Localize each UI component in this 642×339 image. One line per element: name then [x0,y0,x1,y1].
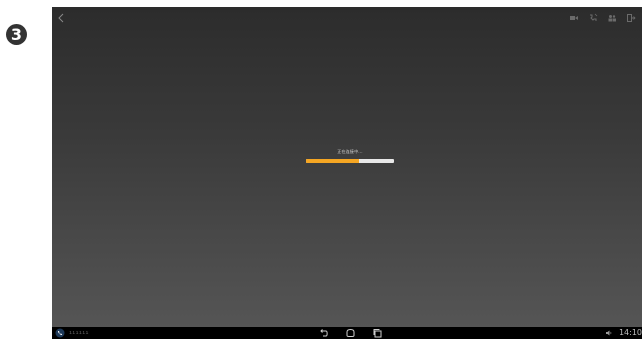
recents-icon[interactable] [372,328,383,338]
signal-indicator: ıııııı [69,330,89,336]
top-toolbar [569,13,642,23]
back-icon[interactable] [318,328,329,338]
progress-bar [306,159,394,163]
back-chevron-icon[interactable] [56,12,66,24]
step-number: 3 [10,25,23,44]
clock: 14:10 [618,328,642,337]
step-badge: 3 [6,24,27,45]
call-status: ıııııı [55,328,89,338]
video-icon[interactable] [569,13,579,23]
nav-buttons [318,328,383,338]
connecting-indicator: 正在连接中... [305,149,395,163]
participants-icon[interactable] [607,13,617,23]
progress-fill [306,159,359,163]
phone-icon[interactable] [55,328,65,338]
status-right: 14:10 [605,327,642,339]
home-icon[interactable] [345,328,356,338]
app-screen: 正在连接中... [52,7,642,327]
system-nav-bar: ıııııı 14:10 [52,327,642,339]
volume-icon [605,330,612,336]
hangup-icon[interactable] [588,13,598,23]
connecting-message: 正在连接中... [337,149,363,154]
tablet-screen: 正在连接中... ıııııı 14:10 [52,7,642,339]
exit-icon[interactable] [626,13,636,23]
